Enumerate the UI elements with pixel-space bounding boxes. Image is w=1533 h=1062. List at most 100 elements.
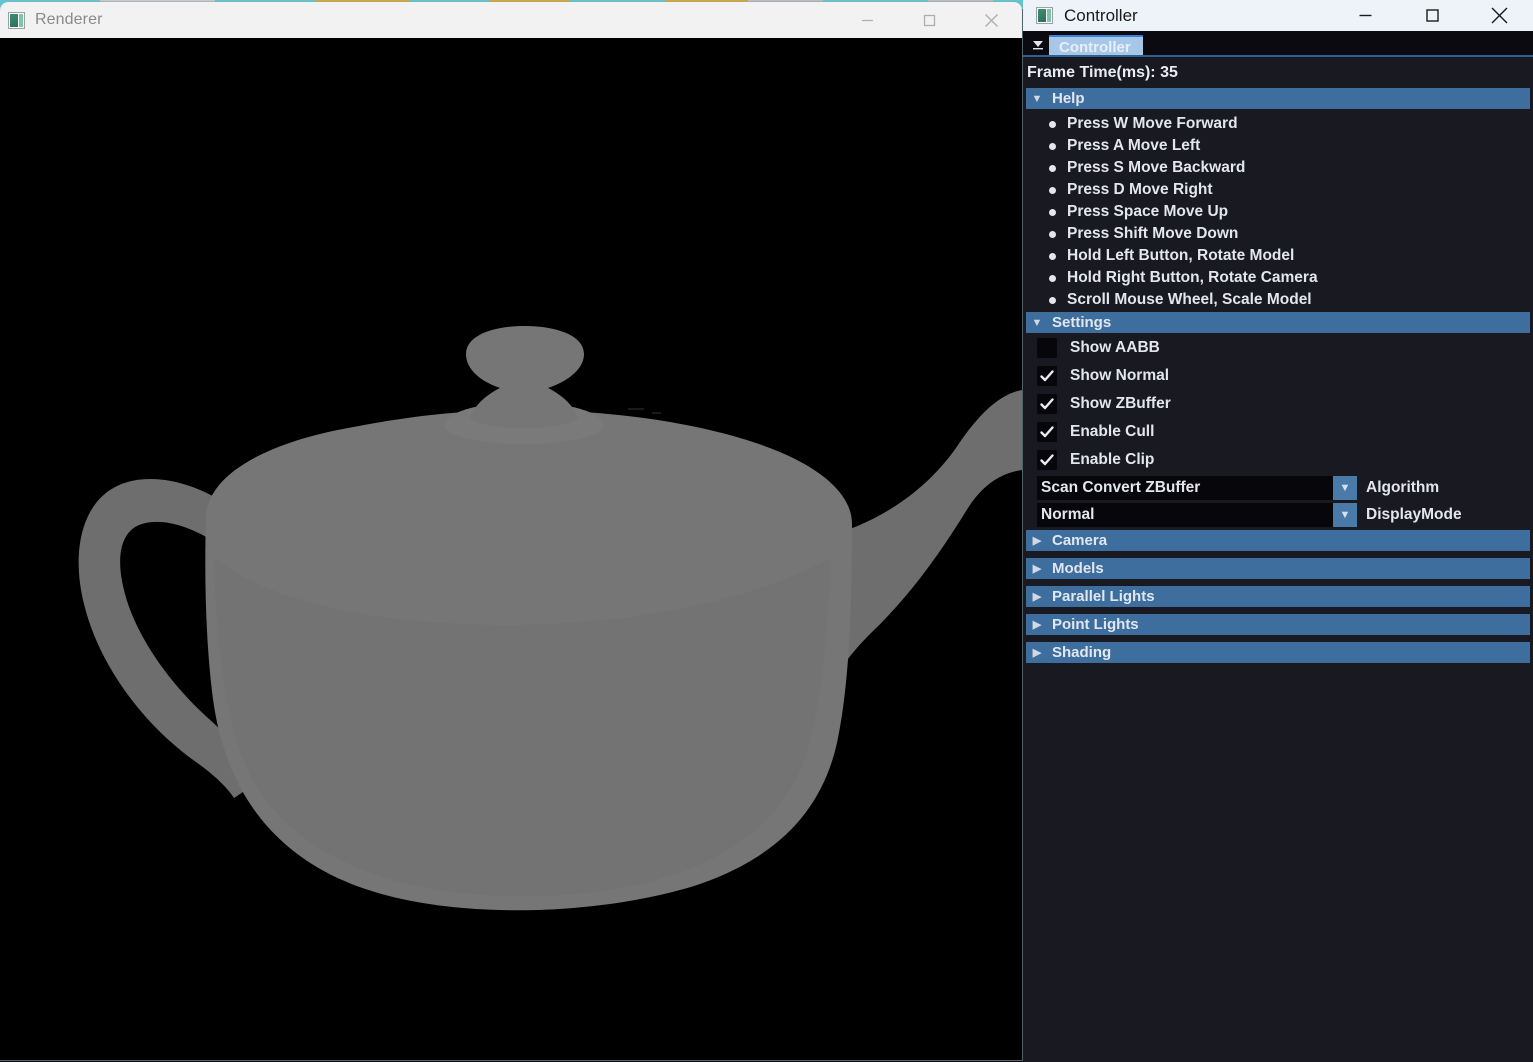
chevron-right-icon: ▶ bbox=[1032, 647, 1042, 659]
checkbox-row-enable-cull[interactable]: Enable Cull bbox=[1023, 418, 1533, 446]
help-items-list: Press W Move Forward Press A Move Left Pre… bbox=[1023, 110, 1533, 312]
help-item: Press S Move Backward bbox=[1023, 157, 1533, 179]
section-label: Shading bbox=[1052, 644, 1112, 661]
help-item-label: Hold Left Button, Rotate Model bbox=[1067, 247, 1295, 264]
checkbox-label: Show AABB bbox=[1070, 339, 1160, 356]
tab-controller[interactable]: Controller bbox=[1049, 35, 1143, 57]
section-header-camera[interactable]: ▶ Camera bbox=[1026, 530, 1530, 551]
section-header-shading[interactable]: ▶ Shading bbox=[1026, 642, 1530, 663]
combo-row-algorithm: Scan Convert ZBuffer ▼ Algorithm bbox=[1037, 475, 1533, 501]
checkbox-checked-icon[interactable] bbox=[1037, 394, 1057, 414]
combo-label: DisplayMode bbox=[1366, 506, 1462, 523]
checkbox-label: Enable Clip bbox=[1070, 451, 1155, 468]
bullet-icon bbox=[1049, 274, 1056, 282]
help-item-label: Press Shift Move Down bbox=[1067, 225, 1239, 242]
section-label: Point Lights bbox=[1052, 616, 1139, 633]
controller-panel-body: Frame Time(ms): 35 ▼ Help Press W Move F… bbox=[1023, 57, 1533, 1062]
combo-label: Algorithm bbox=[1366, 479, 1440, 496]
settings-checkbox-list: Show AABB Show Normal Show ZBuffer Enable C… bbox=[1023, 334, 1533, 474]
renderer-minimize-icon[interactable] bbox=[836, 2, 898, 38]
combo-displaymode[interactable]: Normal ▼ bbox=[1037, 503, 1357, 527]
section-label: Models bbox=[1052, 560, 1104, 577]
combo-row-displaymode: Normal ▼ DisplayMode bbox=[1037, 502, 1533, 528]
section-header-settings[interactable]: ▼ Settings bbox=[1026, 312, 1530, 333]
controller-titlebar[interactable]: Controller bbox=[1023, 0, 1533, 31]
dock-tab-bar: Controller bbox=[1023, 31, 1533, 57]
renderer-viewport[interactable] bbox=[0, 38, 1022, 1060]
help-item-label: Press Space Move Up bbox=[1067, 203, 1229, 220]
bullet-icon bbox=[1049, 230, 1056, 238]
section-header-help[interactable]: ▼ Help bbox=[1026, 88, 1530, 109]
help-item: Hold Right Button, Rotate Camera bbox=[1023, 267, 1533, 289]
help-item: Hold Left Button, Rotate Model bbox=[1023, 245, 1533, 267]
bullet-icon bbox=[1049, 164, 1056, 172]
chevron-down-icon: ▼ bbox=[1031, 92, 1043, 105]
help-item-label: Press D Move Right bbox=[1067, 181, 1213, 198]
collapsed-sections-list: ▶ Camera ▶ Models ▶ Parallel Lights ▶ Point Lig… bbox=[1023, 530, 1533, 663]
controller-window: Controller Controller Frame Time(ms): 35… bbox=[1023, 0, 1533, 1062]
settings-combo-list: Scan Convert ZBuffer ▼ Algorithm Normal ▼ Dis… bbox=[1023, 475, 1533, 528]
checkbox-unchecked-icon[interactable] bbox=[1037, 338, 1057, 358]
bullet-icon bbox=[1049, 186, 1056, 194]
help-item: Scroll Mouse Wheel, Scale Model bbox=[1023, 289, 1533, 311]
section-header-models[interactable]: ▶ Models bbox=[1026, 558, 1530, 579]
section-label: Parallel Lights bbox=[1052, 588, 1155, 605]
controller-minimize-icon[interactable] bbox=[1332, 0, 1399, 31]
section-label-settings: Settings bbox=[1052, 314, 1112, 331]
help-item: Press A Move Left bbox=[1023, 135, 1533, 157]
checkbox-checked-icon[interactable] bbox=[1037, 422, 1057, 442]
frame-time-label: Frame Time(ms): 35 bbox=[1027, 64, 1178, 81]
section-header-parallel-lights[interactable]: ▶ Parallel Lights bbox=[1026, 586, 1530, 607]
help-item-label: Scroll Mouse Wheel, Scale Model bbox=[1067, 291, 1312, 308]
section-header-point-lights[interactable]: ▶ Point Lights bbox=[1026, 614, 1530, 635]
teapot-model bbox=[0, 38, 1022, 1060]
chevron-down-icon[interactable]: ▼ bbox=[1333, 503, 1357, 527]
chevron-down-icon: ▼ bbox=[1031, 316, 1043, 329]
help-item: Press W Move Forward bbox=[1023, 113, 1533, 135]
bullet-icon bbox=[1049, 142, 1056, 150]
renderer-maximize-icon[interactable] bbox=[898, 2, 960, 38]
checkbox-row-show-aabb[interactable]: Show AABB bbox=[1023, 334, 1533, 362]
controller-maximize-icon[interactable] bbox=[1399, 0, 1466, 31]
combo-value: Scan Convert ZBuffer bbox=[1041, 479, 1201, 496]
controller-window-title: Controller bbox=[1064, 5, 1138, 25]
help-item: Press Shift Move Down bbox=[1023, 223, 1533, 245]
chevron-right-icon: ▶ bbox=[1032, 591, 1042, 603]
checkbox-checked-icon[interactable] bbox=[1037, 450, 1057, 470]
section-label: Camera bbox=[1052, 532, 1108, 549]
renderer-window: Renderer bbox=[0, 2, 1022, 1060]
bullet-icon bbox=[1049, 208, 1056, 216]
help-item-label: Press S Move Backward bbox=[1067, 159, 1246, 176]
checkbox-label: Enable Cull bbox=[1070, 423, 1155, 440]
section-label-help: Help bbox=[1052, 90, 1085, 107]
renderer-close-icon[interactable] bbox=[960, 2, 1022, 38]
combo-value: Normal bbox=[1041, 506, 1095, 523]
controller-app-icon bbox=[1036, 7, 1053, 24]
checkbox-label: Show ZBuffer bbox=[1070, 395, 1171, 412]
collapse-arrow-icon[interactable] bbox=[1027, 33, 1049, 57]
checkbox-row-show-normal[interactable]: Show Normal bbox=[1023, 362, 1533, 390]
renderer-window-controls bbox=[836, 2, 1022, 38]
renderer-titlebar[interactable]: Renderer bbox=[0, 2, 1022, 38]
help-item-label: Hold Right Button, Rotate Camera bbox=[1067, 269, 1318, 286]
chevron-right-icon: ▶ bbox=[1032, 535, 1042, 547]
checkbox-row-show-zbuffer[interactable]: Show ZBuffer bbox=[1023, 390, 1533, 418]
combo-algorithm[interactable]: Scan Convert ZBuffer ▼ bbox=[1037, 476, 1357, 500]
help-item: Press Space Move Up bbox=[1023, 201, 1533, 223]
renderer-app-icon bbox=[8, 11, 25, 29]
help-item-label: Press A Move Left bbox=[1067, 137, 1201, 154]
bullet-icon bbox=[1049, 120, 1056, 128]
checkbox-row-enable-clip[interactable]: Enable Clip bbox=[1023, 446, 1533, 474]
chevron-right-icon: ▶ bbox=[1032, 619, 1042, 631]
chevron-down-icon[interactable]: ▼ bbox=[1333, 476, 1357, 500]
chevron-right-icon: ▶ bbox=[1032, 563, 1042, 575]
checkbox-label: Show Normal bbox=[1070, 367, 1170, 384]
help-item-label: Press W Move Forward bbox=[1067, 115, 1238, 132]
screen: Renderer Controller Controller Frame Tim… bbox=[0, 0, 1533, 1062]
controller-close-icon[interactable] bbox=[1466, 0, 1533, 31]
renderer-window-title: Renderer bbox=[35, 11, 103, 28]
controller-window-controls bbox=[1332, 0, 1533, 31]
help-item: Press D Move Right bbox=[1023, 179, 1533, 201]
checkbox-checked-icon[interactable] bbox=[1037, 366, 1057, 386]
bullet-icon bbox=[1049, 296, 1056, 304]
